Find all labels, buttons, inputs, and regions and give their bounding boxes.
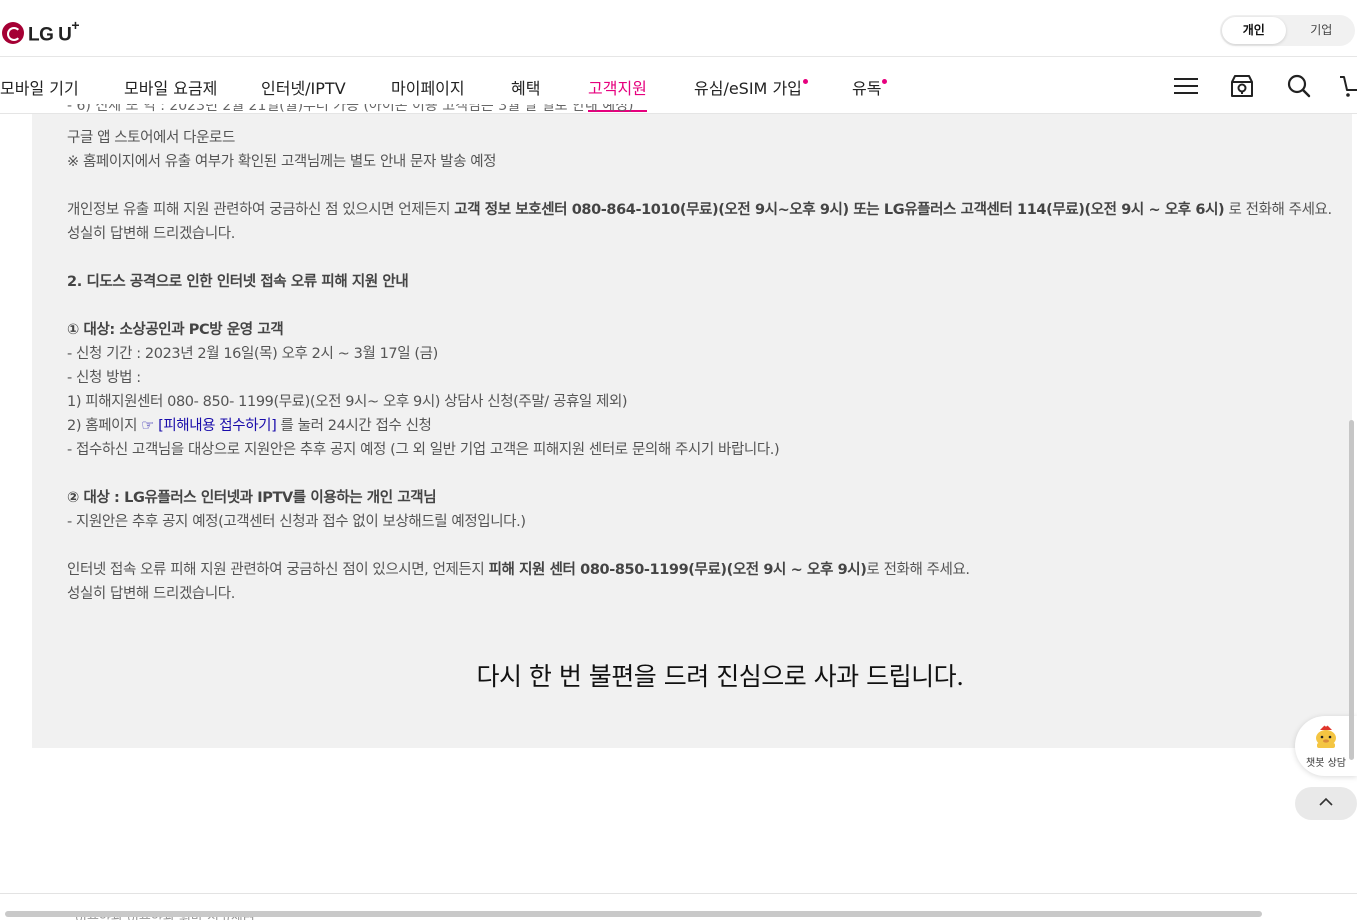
footer-divider [0, 893, 1357, 894]
nav-label: 인터넷/IPTV [261, 79, 346, 98]
apply-method-text: - 신청 방법 : [67, 370, 141, 386]
cut-off-line: - 6) 신세 또 역 : 2023년 2월 21일(월)부터 가능 (아이폰 … [67, 104, 634, 114]
nav-label: 모바일 요금제 [124, 79, 218, 98]
chatbot-character-icon [1316, 723, 1336, 748]
section2-title-text: 2. 디도스 공격으로 인한 인터넷 접속 오류 피해 지원 안내 [67, 274, 409, 290]
target2-title-text: ② 대상 : LG유플러스 인터넷과 IPTV를 이용하는 개인 고객님 [67, 490, 437, 506]
target2-desc: - 지원안은 추후 공지 예정(고객센터 신청과 접수 없이 보상해드릴 예정입… [67, 514, 526, 530]
cart-icon[interactable] [1339, 73, 1357, 99]
apology-heading: 다시 한 번 불편을 드려 진심으로 사과 드립니다. [476, 662, 964, 691]
target1-title-text: ① 대상: 소상공인과 PC방 운영 고객 [67, 322, 284, 338]
lg-logo-icon [2, 22, 24, 45]
nav-usim-esim[interactable]: 유심/eSIM 가입 [694, 75, 808, 112]
scroll-to-top-button[interactable] [1295, 787, 1357, 820]
target2-title: ② 대상 : LG유플러스 인터넷과 IPTV를 이용하는 개인 고객님 [67, 486, 437, 507]
nav-label: 고객지원 [588, 79, 647, 98]
search-icon[interactable] [1286, 73, 1312, 99]
apply-period-text: - 신청 기간 : 2023년 2월 16일(목) 오후 2시 ~ 3월 17일… [67, 346, 438, 362]
apply-method-1: 1) 피해지원센터 080- 850- 1199(무료)(오전 9시~ 오후 9… [67, 394, 628, 410]
method2-pre: 2) 홈페이지 [67, 418, 142, 434]
google-store-text: 구글 앱 스토어에서 다운로드 [67, 130, 235, 146]
toggle-business[interactable]: 기업 [1290, 17, 1354, 44]
lg-uplus-logo[interactable]: LG U+ [2, 17, 80, 46]
method2-post: 를 눌러 24시간 접수 신청 [276, 418, 432, 434]
privacy-pre: 개인정보 유출 피해 지원 관련하여 궁금하신 점 있으시면 언제든지 [67, 202, 455, 218]
privacy-post: 로 전화해 주세요. [1224, 202, 1332, 218]
nav-label: 마이페이지 [391, 79, 465, 98]
new-dot [882, 79, 888, 84]
logo-text: LG U [28, 24, 72, 46]
privacy-contact-numbers: 고객 정보 보호센터 080-864-1010(무료)(오전 9시~오후 9시)… [454, 202, 1225, 218]
nav-label: 혜택 [511, 79, 541, 98]
internet-contact-text: 인터넷 접속 오류 피해 지원 관련하여 궁금하신 점이 있으시면, 언제든지 … [67, 558, 970, 579]
apply-method-2: 2) 홈페이지 ☞ [피해내용 접수하기] 를 눌러 24시간 접수 신청 [67, 414, 432, 435]
nav-label: 모바일 기기 [0, 79, 79, 98]
chevron-up-icon [1319, 797, 1333, 806]
damage-report-link[interactable]: [피해내용 접수하기] [154, 418, 277, 434]
top-bar: LG U+ 개인 기업 [0, 0, 1357, 57]
vertical-scrollbar[interactable] [1349, 420, 1354, 760]
nav-label: 유심/eSIM 가입 [694, 79, 802, 98]
pointing-hand-icon: ☞ [141, 418, 154, 434]
sincere-answer-text: 성실히 답변해 드리겠습니다. [67, 226, 235, 242]
nav-subscription[interactable]: 유독 [852, 75, 888, 112]
privacy-contact-text: 개인정보 유출 피해 지원 관련하여 궁금하신 점 있으시면 언제든지 고객 정… [67, 198, 1332, 219]
sincere-answer-text-2: 성실히 답변해 드리겠습니다. [67, 586, 235, 602]
target1-title: ① 대상: 소상공인과 PC방 운영 고객 [67, 318, 284, 339]
chatbot-button[interactable]: 챗봇 상담 [1295, 716, 1357, 776]
menu-icon[interactable] [1173, 73, 1199, 99]
store-location-icon[interactable] [1229, 73, 1255, 99]
internet-post: 로 전화해 주세요. [866, 562, 970, 578]
logo-plus: + [71, 17, 80, 33]
nav-label: 유독 [852, 79, 882, 98]
toggle-personal[interactable]: 개인 [1222, 17, 1286, 44]
horizontal-scrollbar[interactable] [5, 911, 1262, 917]
section2-title: 2. 디도스 공격으로 인한 인터넷 접속 오류 피해 지원 안내 [67, 270, 409, 291]
new-dot [802, 79, 808, 84]
notice-sms-text: ※ 홈페이지에서 유출 여부가 확인된 고객님께는 별도 안내 문자 발송 예정 [67, 154, 497, 170]
chatbot-label: 챗봇 상담 [1306, 758, 1346, 769]
internet-pre: 인터넷 접속 오류 피해 지원 관련하여 궁금하신 점이 있으시면, 언제든지 [67, 562, 489, 578]
internet-contact-numbers: 피해 지원 센터 080-850-1199(무료)(오전 9시 ~ 오후 9시) [488, 562, 867, 578]
personal-business-toggle: 개인 기업 [1220, 15, 1355, 46]
received-notice-text: - 접수하신 고객님을 대상으로 지원안은 추후 공지 예정 (그 외 일반 기… [67, 442, 780, 458]
